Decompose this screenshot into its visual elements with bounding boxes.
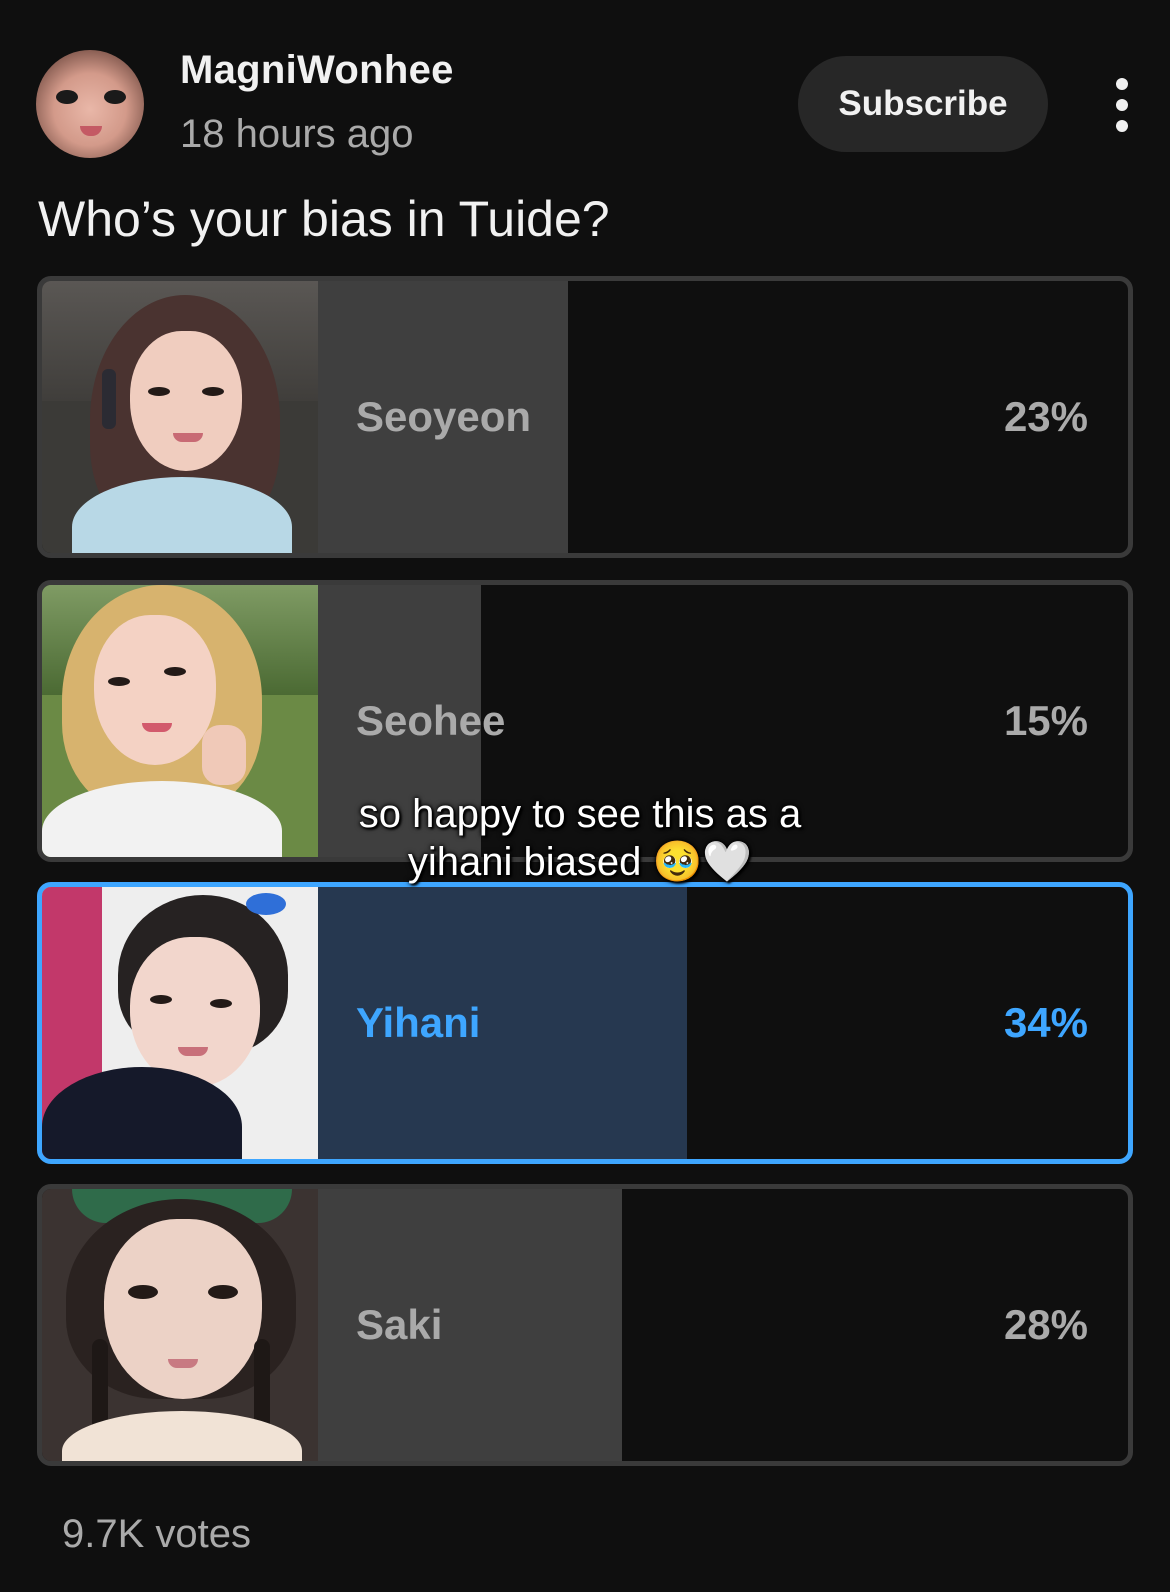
more-vertical-icon[interactable] — [1104, 78, 1140, 132]
channel-avatar[interactable] — [36, 50, 144, 158]
option-label: Seohee — [356, 697, 506, 744]
avatar-eye — [56, 90, 78, 104]
option-label: Saki — [356, 1301, 443, 1348]
poll-option[interactable]: Yihani 34% — [37, 882, 1133, 1164]
community-post: MagniWonhee 18 hours ago Subscribe Who’s… — [0, 0, 1170, 1592]
poll-option[interactable]: Seohee 15% — [37, 580, 1133, 862]
subscribe-button[interactable]: Subscribe — [798, 56, 1048, 152]
option-percent: 34% — [1003, 999, 1088, 1046]
option-photo — [42, 1189, 318, 1461]
option-percent: 15% — [1003, 697, 1088, 744]
poll-question: Who’s your bias in Tuide? — [38, 191, 610, 247]
option-photo — [42, 281, 318, 553]
avatar-eye — [104, 90, 126, 104]
option-photo — [42, 585, 318, 857]
poll-option[interactable]: Seoyeon 23% — [37, 276, 1133, 558]
post-timestamp: 18 hours ago — [180, 112, 414, 156]
option-percent: 23% — [1003, 393, 1088, 440]
post-header: MagniWonhee 18 hours ago Subscribe — [0, 0, 1170, 170]
avatar-mouth — [80, 126, 102, 136]
vote-count: 9.7K votes — [62, 1512, 252, 1556]
option-percent: 28% — [1003, 1301, 1088, 1348]
option-label: Yihani — [356, 999, 481, 1046]
poll-option[interactable]: Saki 28% — [37, 1184, 1133, 1466]
option-photo — [42, 887, 318, 1159]
channel-name[interactable]: MagniWonhee — [180, 48, 454, 93]
option-label: Seoyeon — [356, 393, 532, 440]
